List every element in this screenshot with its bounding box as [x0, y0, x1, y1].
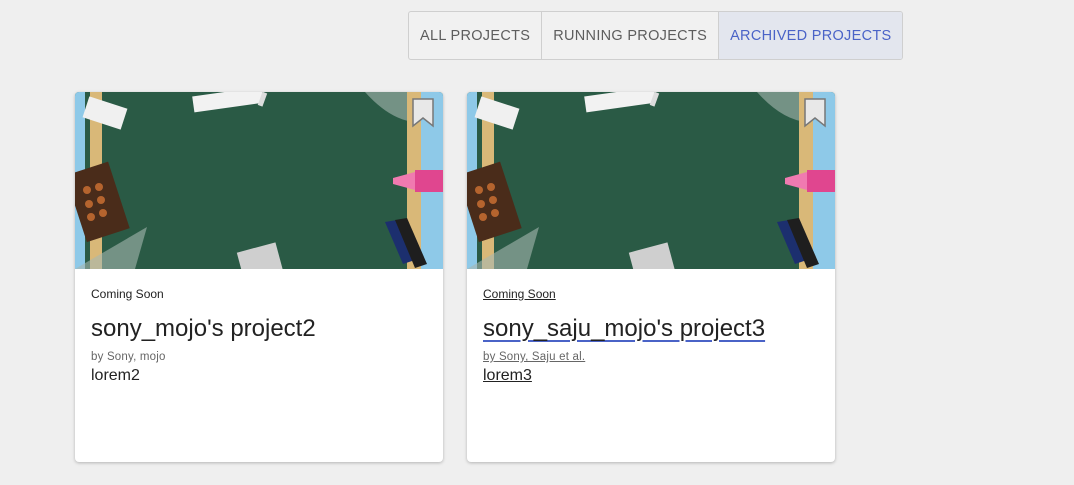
project-description: lorem3: [483, 367, 532, 384]
project-authors: by Sony, mojo: [91, 351, 166, 363]
project-thumbnail-image: [467, 92, 835, 269]
status-label: Coming Soon: [483, 287, 556, 301]
project-card[interactable]: Coming Soon sony_saju_mojo's project3 by…: [467, 92, 835, 462]
project-authors: by Sony, Saju et al.: [483, 351, 586, 363]
bookmark-icon[interactable]: [411, 98, 435, 128]
tab-all-projects[interactable]: ALL PROJECTS: [409, 12, 543, 59]
project-description: lorem2: [91, 367, 140, 384]
tab-archived-projects[interactable]: ARCHIVED PROJECTS: [719, 12, 903, 59]
status-label: Coming Soon: [91, 287, 164, 301]
project-title[interactable]: sony_mojo's project2: [91, 315, 427, 343]
tab-running-projects[interactable]: RUNNING PROJECTS: [542, 12, 720, 59]
project-filter-tabs: ALL PROJECTS RUNNING PROJECTS ARCHIVED P…: [408, 11, 904, 60]
project-title[interactable]: sony_saju_mojo's project3: [483, 315, 819, 343]
bookmark-icon[interactable]: [803, 98, 827, 128]
project-card[interactable]: Coming Soon sony_mojo's project2 by Sony…: [75, 92, 443, 462]
project-thumbnail-image: [75, 92, 443, 269]
